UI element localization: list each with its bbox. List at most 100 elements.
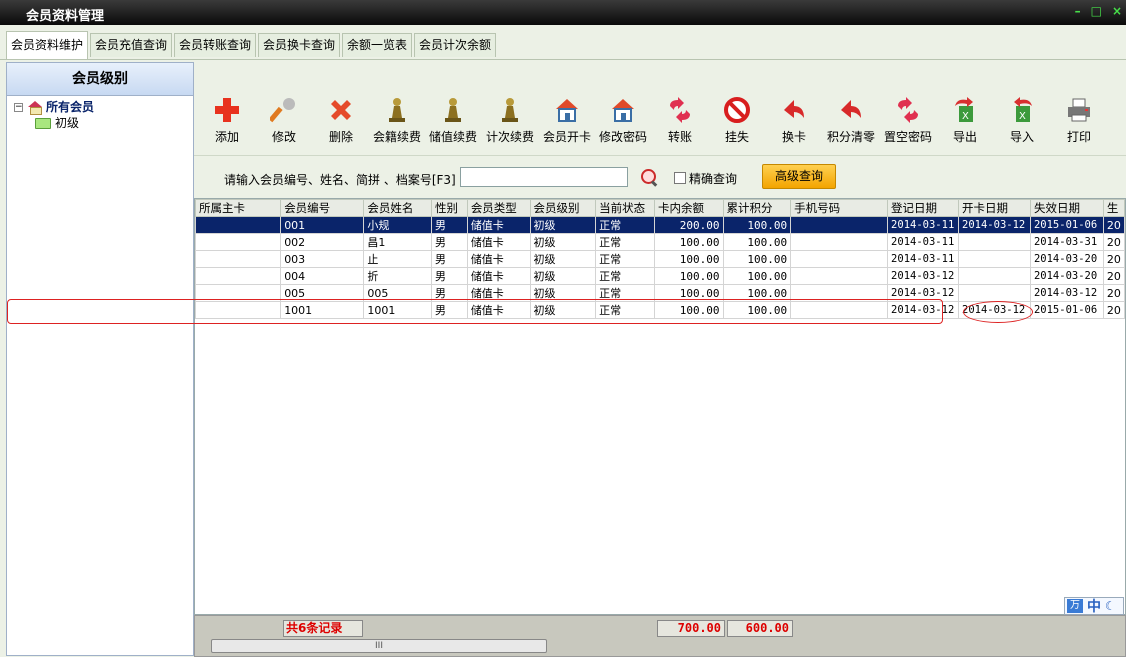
table-row[interactable]: 004 折男储值卡 初级 正常 100.00 100.00 2014-03-12 2014-0… [195,267,1125,285]
svg-text:X: X [962,111,969,122]
collapse-icon[interactable]: − [14,102,23,112]
column-header[interactable]: 所属主卡 [195,199,282,217]
column-header[interactable]: 会员级别 [529,199,597,217]
export-button[interactable]: X 导出 [935,96,995,145]
table-body: 001 小规男储值卡 初级 正常 200.00 100.00 2014-03-11 2014-… [195,216,1125,319]
clear-points-button[interactable]: 积分清零 [821,96,881,145]
delete-button[interactable]: 删除 [311,96,371,145]
pawn-icon [496,96,524,124]
table-cell-expire-date: 2015-01-06 [1029,216,1104,234]
column-header[interactable]: 会员姓名 [363,199,433,217]
tab-count-balance[interactable]: 会员计次余额 [414,33,497,57]
tree-node-label: 所有会员 [46,100,95,114]
table-cell-sex: 男 [431,267,468,285]
column-header[interactable]: 开卡日期 [958,199,1031,217]
table-cell-type: 储值卡 [466,284,531,302]
table-row[interactable]: 1001 1001 男储值卡 初级 正常 100.00 100.00 2014-03-12 20… [195,301,1125,319]
add-button[interactable]: 添加 [197,96,257,145]
column-header[interactable]: 卡内余额 [653,199,724,217]
column-header[interactable]: 会员编号 [280,199,365,217]
table-cell-balance: 200.00 [653,216,724,234]
table-cell-points: 100.00 [722,301,792,319]
table-cell-points: 100.00 [722,216,792,234]
tree-node-all-members[interactable]: − 所有会员 [7,99,193,115]
change-card-button[interactable]: 换卡 [764,96,824,145]
import-button[interactable]: X 导入 [992,96,1052,145]
table-cell-phone [790,250,889,268]
column-header[interactable]: 手机号码 [790,199,889,217]
membership-renew-button[interactable]: 会籍续费 [367,96,427,145]
table-cell-main-card [195,250,282,268]
edit-button[interactable]: 修改 [254,96,314,145]
member-level-header: 会员级别 [7,63,193,96]
toolbar-divider [194,155,1126,156]
reset-password-button[interactable]: 置空密码 [878,96,938,145]
column-header[interactable]: 性别 [431,199,468,217]
table-cell-name: 折 [363,267,433,285]
total-balance: 700.00 [657,620,725,637]
window-title: 会员资料管理 [26,9,105,24]
ime-indicator[interactable]: 万 中 ☾ [1064,597,1124,615]
half-width-moon-icon: ☾ [1105,599,1116,613]
count-renew-button[interactable]: 计次续费 [480,96,540,145]
table-cell-phone [790,284,889,302]
table-cell-balance: 100.00 [653,233,724,251]
table-cell-no: 1001 [280,301,365,319]
column-header[interactable]: 生 [1102,199,1125,217]
table-cell-points: 100.00 [722,250,792,268]
exact-query-checkbox[interactable] [674,172,686,184]
column-header[interactable]: 当前状态 [595,199,655,217]
restore-button[interactable]: □ [1091,4,1102,18]
table-cell-no: 001 [280,216,365,234]
search-input[interactable] [460,167,628,187]
toolbar: 添加 修改 删除 会籍续费 储值续费 计次续费 会员开卡 修改密码 转账 挂失 … [194,88,1126,154]
table-row[interactable]: 002 昌1 男储值卡 初级 正常 100.00 100.00 2014-03-11 2014-… [195,233,1125,251]
pawn-icon [383,96,411,124]
column-header[interactable]: 失效日期 [1029,199,1104,217]
open-card-button[interactable]: 会员开卡 [537,96,597,145]
pawn-icon [439,96,467,124]
table-row[interactable]: 001 小规男储值卡 初级 正常 200.00 100.00 2014-03-11 2014-… [195,216,1125,234]
folder-icon [35,117,51,129]
stored-value-renew-button[interactable]: 储值续费 [423,96,483,145]
table-cell-no: 004 [280,267,365,285]
table-cell-name: 1001 [363,301,433,319]
report-loss-button[interactable]: 挂失 [707,96,767,145]
table-cell-no: 003 [280,250,365,268]
transfer-icon [666,96,694,124]
column-header[interactable]: 累计积分 [722,199,792,217]
table-cell-balance: 100.00 [653,267,724,285]
table-cell-main-card [195,216,282,234]
close-button[interactable]: × [1112,4,1122,18]
swap-icon [837,96,865,124]
record-count: 共6条记录 [283,620,363,637]
table-cell-type: 储值卡 [466,233,531,251]
table-row[interactable]: 005 005 男储值卡 初级 正常 100.00 100.00 2014-03-12 2014… [195,284,1125,302]
tab-member-maintenance[interactable]: 会员资料维护 [6,31,89,59]
import-icon: X [1008,96,1036,124]
transfer-button[interactable]: 转账 [650,96,710,145]
table-header: 所属主卡 会员编号 会员姓名 性别 会员类型 会员级别 当前状态 卡内余额 累计积分 手机号码 登记… [195,199,1125,217]
advanced-query-button[interactable]: 高级查询 [762,164,836,189]
tab-card-change-query[interactable]: 会员换卡查询 [258,33,341,57]
print-button[interactable]: 打印 [1049,96,1109,145]
change-password-button[interactable]: 修改密码 [593,96,653,145]
column-header[interactable]: 登记日期 [887,199,960,217]
tab-balance-list[interactable]: 余额一览表 [342,33,413,57]
table-cell-reg-date: 2014-03-12 [887,284,960,302]
table-cell-balance: 100.00 [653,301,724,319]
tab-recharge-query[interactable]: 会员充值查询 [90,33,173,57]
horizontal-scrollbar[interactable]: III [211,639,547,653]
table-cell-expire-date: 2015-01-06 [1029,301,1104,319]
table-cell-reg-date: 2014-03-11 [887,250,960,268]
table-cell-open-date: 2014-03-12 [958,216,1031,234]
table-cell-level: 初级 [529,284,597,302]
search-icon[interactable] [640,168,658,186]
tab-transfer-query[interactable]: 会员转账查询 [174,33,257,57]
table-cell-sex: 男 [431,250,468,268]
tree-node-junior[interactable]: 初级 [7,115,193,131]
column-header[interactable]: 会员类型 [466,199,531,217]
minimize-button[interactable]: – [1075,4,1081,18]
table-row[interactable]: 003 止男储值卡 初级 正常 100.00 100.00 2014-03-11 2014-0… [195,250,1125,268]
tree-node-label: 初级 [55,116,80,130]
